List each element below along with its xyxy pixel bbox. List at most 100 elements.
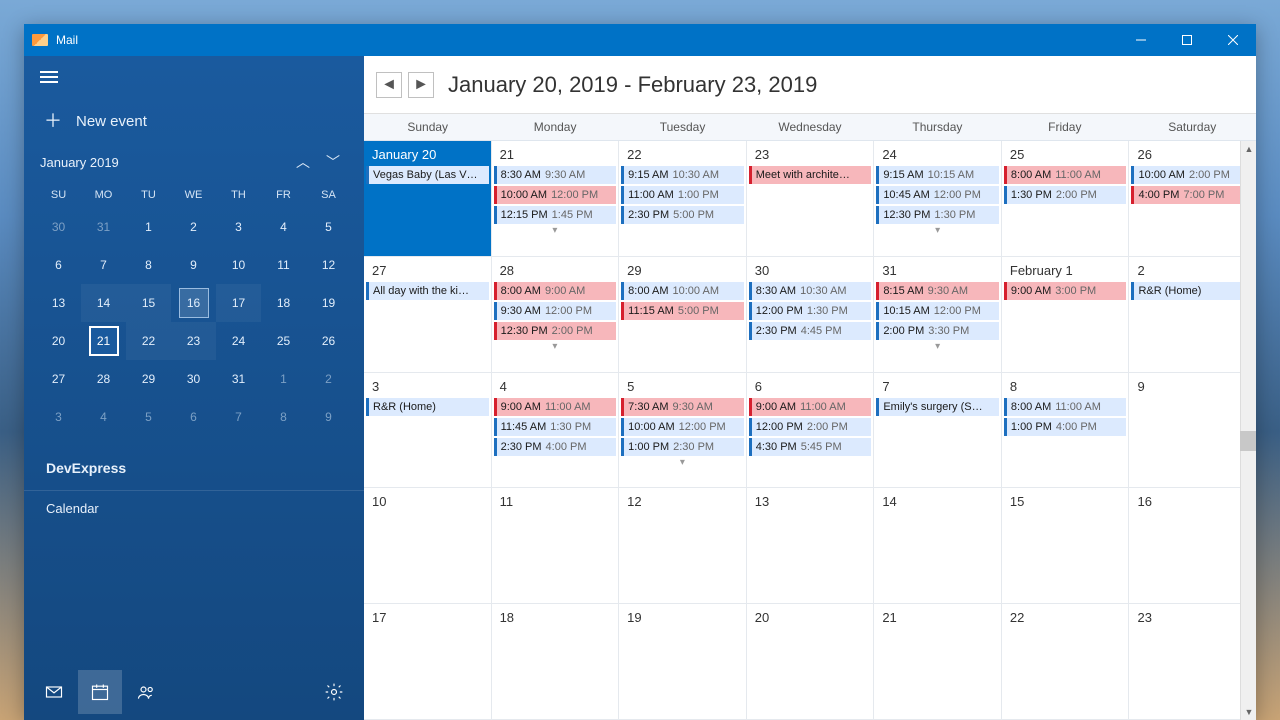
maximize-button[interactable] (1164, 24, 1210, 56)
minical-day[interactable]: 15 (126, 284, 171, 322)
scroll-down-button[interactable]: ▼ (1241, 704, 1256, 720)
minical-day[interactable]: 23 (171, 322, 216, 360)
day-cell[interactable]: 9 (1129, 373, 1256, 488)
minical-day[interactable]: 24 (216, 322, 261, 360)
calendar-event[interactable]: 1:30 PM2:00 PM (1004, 186, 1127, 204)
calendar-event[interactable]: 4:30 PM5:45 PM (749, 438, 872, 456)
calendar-event[interactable]: 12:00 PM1:30 PM (749, 302, 872, 320)
calendar-event[interactable]: 2:00 PM3:30 PM (876, 322, 999, 340)
minical-day[interactable]: 6 (171, 398, 216, 436)
calendar-event[interactable]: 10:15 AM12:00 PM (876, 302, 999, 320)
day-cell[interactable]: January 20Vegas Baby (Las V… (364, 141, 492, 256)
minical-day[interactable]: 31 (216, 360, 261, 398)
calendar-event[interactable]: 10:00 AM12:00 PM (621, 418, 744, 436)
minical-day[interactable]: 4 (261, 208, 306, 246)
more-events-indicator[interactable]: ▾ (492, 227, 619, 235)
minical-day[interactable]: 26 (306, 322, 351, 360)
calendar-event[interactable]: 11:00 AM1:00 PM (621, 186, 744, 204)
prev-range-button[interactable]: ◄ (376, 72, 402, 98)
more-events-indicator[interactable]: ▾ (874, 227, 1001, 235)
minical-day[interactable]: 2 (171, 208, 216, 246)
minical-day[interactable]: 19 (306, 284, 351, 322)
calendar-event[interactable]: 11:15 AM5:00 PM (621, 302, 744, 320)
day-cell[interactable]: 21 (874, 604, 1002, 719)
minical-day[interactable]: 1 (126, 208, 171, 246)
calendar-event[interactable]: 11:45 AM1:30 PM (494, 418, 617, 436)
day-cell[interactable]: 27All day with the ki… (364, 257, 492, 372)
calendar-event[interactable]: 1:00 PM2:30 PM (621, 438, 744, 456)
day-cell[interactable]: 11 (492, 488, 620, 603)
close-button[interactable] (1210, 24, 1256, 56)
calendar-event[interactable]: 8:00 AM10:00 AM (621, 282, 744, 300)
minical-day[interactable]: 13 (36, 284, 81, 322)
minical-day[interactable]: 14 (81, 284, 126, 322)
settings-icon[interactable] (312, 670, 356, 714)
day-cell[interactable]: 249:15 AM10:15 AM10:45 AM12:00 PM12:30 P… (874, 141, 1002, 256)
day-cell[interactable]: 23Meet with archite… (747, 141, 875, 256)
day-cell[interactable]: 12 (619, 488, 747, 603)
minical-day[interactable]: 5 (126, 398, 171, 436)
minical-day[interactable]: 3 (36, 398, 81, 436)
calendar-event[interactable]: 8:15 AM9:30 AM (876, 282, 999, 300)
calendar-event[interactable]: 8:30 AM10:30 AM (749, 282, 872, 300)
day-cell[interactable]: 18 (492, 604, 620, 719)
day-cell[interactable]: 69:00 AM11:00 AM12:00 PM2:00 PM4:30 PM5:… (747, 373, 875, 488)
day-cell[interactable]: 229:15 AM10:30 AM11:00 AM1:00 PM2:30 PM5… (619, 141, 747, 256)
day-cell[interactable]: 20 (747, 604, 875, 719)
day-cell[interactable]: 258:00 AM11:00 AM1:30 PM2:00 PM (1002, 141, 1130, 256)
minical-day[interactable]: 1 (261, 360, 306, 398)
minical-prev-button[interactable]: ︿ (288, 152, 318, 172)
calendar-event[interactable]: 8:00 AM11:00 AM (1004, 166, 1127, 184)
minical-day[interactable]: 27 (36, 360, 81, 398)
day-cell[interactable]: 88:00 AM11:00 AM1:00 PM4:00 PM (1002, 373, 1130, 488)
minical-day[interactable]: 20 (36, 322, 81, 360)
day-cell[interactable]: 298:00 AM10:00 AM11:15 AM5:00 PM (619, 257, 747, 372)
calendar-event[interactable]: 2:30 PM5:00 PM (621, 206, 744, 224)
day-cell[interactable]: 57:30 AM9:30 AM10:00 AM12:00 PM1:00 PM2:… (619, 373, 747, 488)
people-nav-icon[interactable] (124, 670, 168, 714)
minical-day[interactable]: 8 (261, 398, 306, 436)
calendar-event[interactable]: Vegas Baby (Las V… (366, 166, 489, 184)
calendar-event[interactable]: 9:15 AM10:15 AM (876, 166, 999, 184)
minical-day[interactable]: 31 (81, 208, 126, 246)
minical-day[interactable]: 28 (81, 360, 126, 398)
new-event-button[interactable]: ＋ New event (24, 94, 364, 152)
calendar-event[interactable]: 10:00 AM12:00 PM (494, 186, 617, 204)
scroll-up-button[interactable]: ▲ (1241, 141, 1256, 157)
minical-day[interactable]: 2 (306, 360, 351, 398)
day-cell[interactable]: February 19:00 AM3:00 PM (1002, 257, 1130, 372)
calendar-event[interactable]: 1:00 PM4:00 PM (1004, 418, 1127, 436)
minical-day[interactable]: 30 (36, 208, 81, 246)
day-cell[interactable]: 2R&R (Home) (1129, 257, 1256, 372)
calendar-event[interactable]: 9:00 AM3:00 PM (1004, 282, 1127, 300)
day-cell[interactable]: 19 (619, 604, 747, 719)
minimize-button[interactable] (1118, 24, 1164, 56)
calendar-event[interactable]: 10:00 AM2:00 PM (1131, 166, 1254, 184)
calendar-event[interactable]: 8:00 AM9:00 AM (494, 282, 617, 300)
calendar-event[interactable]: All day with the ki… (366, 282, 489, 300)
calendar-event[interactable]: 2:30 PM4:00 PM (494, 438, 617, 456)
calendar-event[interactable]: 10:45 AM12:00 PM (876, 186, 999, 204)
minical-day[interactable]: 3 (216, 208, 261, 246)
day-cell[interactable]: 3R&R (Home) (364, 373, 492, 488)
day-cell[interactable]: 23 (1129, 604, 1256, 719)
hamburger-button[interactable] (24, 56, 364, 94)
minical-day[interactable]: 7 (216, 398, 261, 436)
more-events-indicator[interactable]: ▾ (874, 343, 1001, 351)
minical-day[interactable]: 8 (126, 246, 171, 284)
day-cell[interactable]: 308:30 AM10:30 AM12:00 PM1:30 PM2:30 PM4… (747, 257, 875, 372)
scroll-thumb[interactable] (1240, 431, 1256, 451)
minical-day[interactable]: 21 (81, 322, 126, 360)
calendar-event[interactable]: 12:30 PM1:30 PM (876, 206, 999, 224)
calendar-event[interactable]: Emily's surgery (S… (876, 398, 999, 416)
calendar-event[interactable]: 12:30 PM2:00 PM (494, 322, 617, 340)
minical-day[interactable]: 11 (261, 246, 306, 284)
minical-day[interactable]: 4 (81, 398, 126, 436)
calendar-event[interactable]: 9:30 AM12:00 PM (494, 302, 617, 320)
calendar-event[interactable]: 9:00 AM11:00 AM (494, 398, 617, 416)
next-range-button[interactable]: ► (408, 72, 434, 98)
minical-day[interactable]: 12 (306, 246, 351, 284)
day-cell[interactable]: 318:15 AM9:30 AM10:15 AM12:00 PM2:00 PM3… (874, 257, 1002, 372)
calendar-event[interactable]: R&R (Home) (1131, 282, 1254, 300)
mail-nav-icon[interactable] (32, 670, 76, 714)
